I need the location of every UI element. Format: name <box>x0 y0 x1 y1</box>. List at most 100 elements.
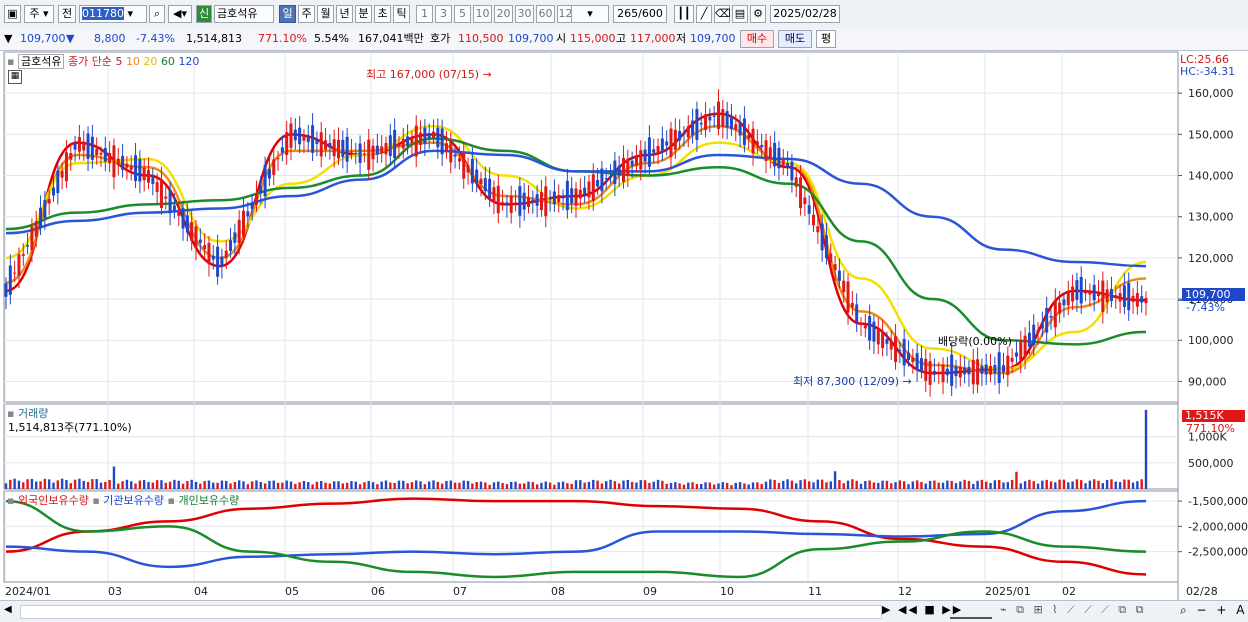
period-tab-2[interactable]: 월 <box>317 5 334 23</box>
interval-tab-1[interactable]: 3 <box>435 5 452 23</box>
period-tab-5[interactable]: 초 <box>374 5 391 23</box>
sell-button[interactable]: 매도 <box>778 30 812 48</box>
candle-body <box>824 235 828 259</box>
interval-tab-3[interactable]: 10 <box>473 5 492 23</box>
market-select[interactable]: 주 ▾ <box>24 5 54 23</box>
period-tab-0[interactable]: 일 <box>279 5 296 23</box>
volume-bar <box>1097 480 1100 489</box>
volume-bar <box>17 480 21 489</box>
draw-icon[interactable]: ╱ <box>696 5 712 23</box>
legend-ma20[interactable]: 20 <box>143 55 157 68</box>
interval-tab-0[interactable]: 1 <box>416 5 433 23</box>
volume-bar <box>846 480 850 489</box>
candle-body <box>1109 289 1113 301</box>
price-legend: ▪ 금호석유 종가 단순 5 10 20 60 120 <box>7 53 199 69</box>
candle-body <box>220 256 224 267</box>
prev-button[interactable]: 전 <box>58 5 76 23</box>
volume-bar <box>816 479 820 489</box>
volume-bar <box>626 479 630 489</box>
stock-chart[interactable]: 2024/01 03 04 05 06 07 08 09 10 11 12 2025/01 02 02/2… <box>0 50 1248 600</box>
candle-body <box>695 109 699 140</box>
legend-foreign[interactable]: 외국인보유수량 <box>18 494 89 507</box>
ex-dividend-annotation: 배당락(0.00%) <box>938 335 1012 348</box>
zoom-slider[interactable] <box>950 603 992 619</box>
candle-body <box>898 350 902 352</box>
buy-button[interactable]: 매수 <box>740 30 774 48</box>
period-tab-6[interactable]: 틱 <box>393 5 410 23</box>
candle-body <box>207 242 211 265</box>
volume-bar <box>332 481 336 489</box>
candle-body <box>786 163 790 168</box>
volume-bar <box>1010 479 1014 489</box>
legend-ma120[interactable]: 120 <box>178 55 199 68</box>
volume-bar <box>160 480 163 489</box>
legend-ma5[interactable]: 5 <box>115 55 122 68</box>
volume-bar <box>531 482 535 489</box>
candle-body <box>643 149 647 162</box>
period-tab-3[interactable]: 년 <box>336 5 353 23</box>
legend-institution[interactable]: 기관보유수량 <box>103 494 164 507</box>
volume-bar <box>121 481 124 489</box>
volume-bar <box>812 482 815 489</box>
scrollbar-track[interactable] <box>20 605 882 619</box>
eval-button[interactable]: 평 <box>816 30 836 48</box>
candle-body <box>807 205 811 214</box>
candle-body <box>1027 332 1031 347</box>
volume-bar <box>1080 480 1083 489</box>
legend-individual[interactable]: 개인보유수량 <box>178 494 239 507</box>
volume-bar <box>142 479 146 489</box>
menu-icon[interactable]: ▼ <box>4 32 12 46</box>
interval-tab-6[interactable]: 60 <box>536 5 555 23</box>
candle-body <box>129 165 133 170</box>
grid-toggle-icon[interactable]: ▦ <box>8 70 22 84</box>
volume-bar <box>384 480 388 489</box>
candle-body <box>781 160 785 166</box>
volume-bar <box>937 482 940 489</box>
low-price: 109,700 <box>690 32 736 45</box>
volume-bar <box>682 484 686 489</box>
drawing-tools[interactable]: ⌁ ⧉ ⊞ ⌇ ⟋ ⟋ ⟋ ⧉ ⧉ <box>1000 603 1147 617</box>
date-field[interactable]: 2025/02/28 <box>770 5 840 23</box>
interval-tab-4[interactable]: 20 <box>494 5 513 23</box>
volume-bar <box>522 483 526 489</box>
candle-body <box>1131 295 1135 302</box>
candle-body <box>505 202 509 206</box>
candle-body <box>86 133 90 159</box>
zoom-controls[interactable]: ⌕ − + A <box>1180 603 1247 618</box>
legend-ma60[interactable]: 60 <box>161 55 175 68</box>
count-field[interactable]: 265/600 <box>613 5 667 23</box>
settings-icon[interactable]: ⚙ <box>750 5 766 23</box>
candle-body <box>578 189 582 199</box>
scroll-left-icon[interactable]: ◀ <box>4 604 12 615</box>
search-icon[interactable]: ⌕ <box>149 5 165 23</box>
volume-bar <box>311 484 314 489</box>
speaker-icon[interactable]: ◀▾ <box>168 5 192 23</box>
volume-bar <box>285 480 288 489</box>
window-icon[interactable]: ▣ <box>4 5 21 23</box>
candle-body <box>777 147 781 169</box>
volume-bar <box>764 481 768 489</box>
save-icon[interactable]: ▤ <box>732 5 748 23</box>
holding-tick-label: -1,500,000 <box>1188 495 1248 508</box>
volume-bar <box>790 480 794 489</box>
quote-bid: 109,700 <box>508 32 554 45</box>
trade-amount: 167,041백만 <box>358 32 424 45</box>
stock-name[interactable]: 금호석유 <box>214 5 274 23</box>
legend-ma10[interactable]: 10 <box>126 55 140 68</box>
candle-body <box>211 255 215 260</box>
candle-body <box>945 368 949 376</box>
period-tab-4[interactable]: 분 <box>355 5 372 23</box>
custom-interval-select[interactable]: ▾ <box>571 5 609 23</box>
interval-tab-2[interactable]: 5 <box>454 5 471 23</box>
candle-body <box>1036 329 1040 333</box>
legend-stock-name[interactable]: 금호석유 <box>17 54 65 69</box>
eraser-icon[interactable]: ⌫ <box>714 5 731 23</box>
market-value: 주 <box>29 7 40 20</box>
period-tab-1[interactable]: 주 <box>298 5 315 23</box>
interval-tab-5[interactable]: 30 <box>515 5 534 23</box>
candle-body <box>324 140 328 150</box>
high-price: 117,000 <box>630 32 676 45</box>
candle-icon[interactable]: ┃┃ <box>674 5 694 23</box>
candle-body <box>1084 291 1088 294</box>
code-input[interactable]: 011780 ▾ <box>79 5 147 23</box>
